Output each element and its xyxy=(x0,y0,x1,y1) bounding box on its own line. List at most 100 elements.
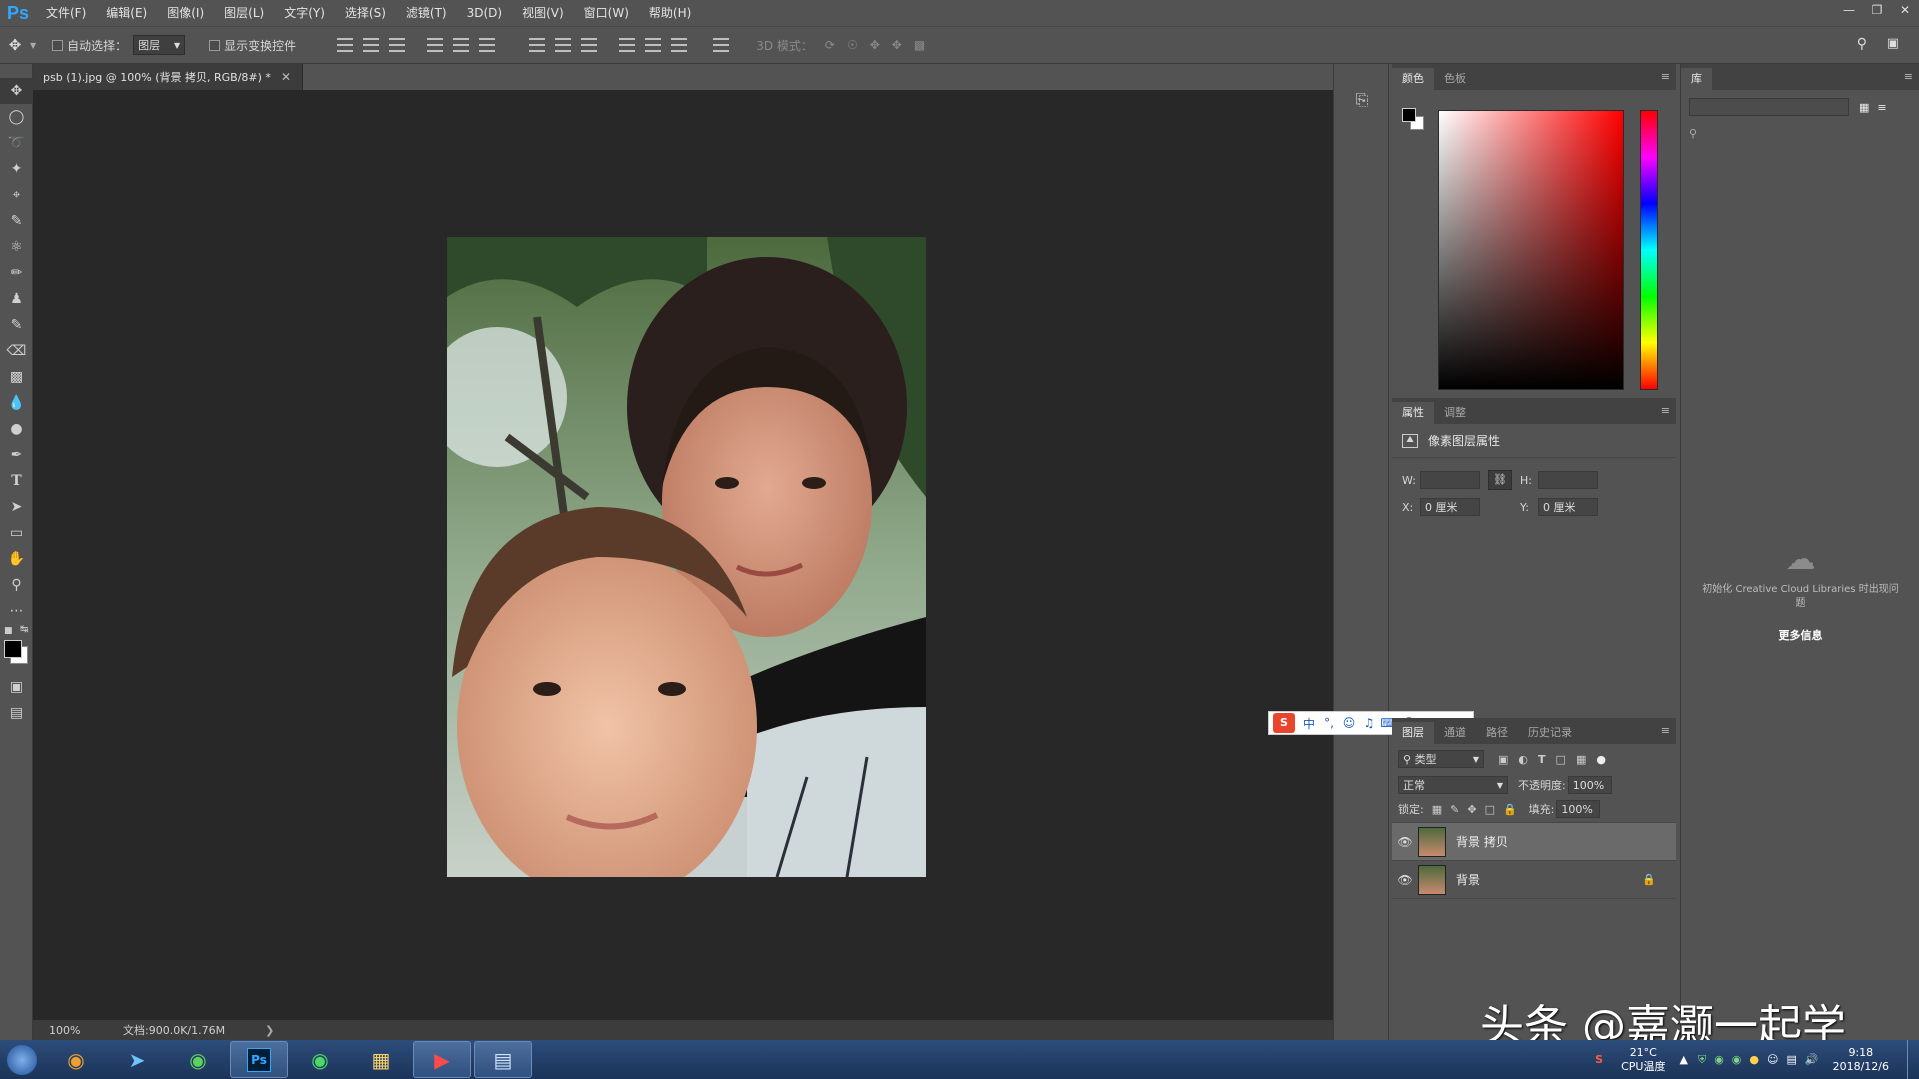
marquee-tool-icon[interactable]: ◯ xyxy=(0,104,33,130)
crop-tool-icon[interactable]: ⌖ xyxy=(0,182,33,208)
more-tools-icon[interactable]: ⋯ xyxy=(0,598,33,624)
eyedropper-icon[interactable]: ✎ xyxy=(0,208,33,234)
3d-slide-icon[interactable]: ✥ xyxy=(892,38,902,52)
move-tool-icon[interactable]: ✥ xyxy=(0,36,30,54)
tab-swatches[interactable]: 色板 xyxy=(1434,68,1476,90)
tab-libraries[interactable]: 库 xyxy=(1681,68,1712,90)
shape-tool-icon[interactable]: ▭ xyxy=(0,520,33,546)
distribute-top-icon[interactable] xyxy=(529,38,546,52)
auto-select-checkbox[interactable] xyxy=(52,39,64,51)
menu-window[interactable]: 窗口(W) xyxy=(574,0,639,26)
align-left-icon[interactable] xyxy=(427,38,444,52)
security-icon[interactable]: ⛨ xyxy=(1698,1053,1706,1067)
minimize-icon[interactable]: — xyxy=(1835,0,1863,20)
filter-smart-object-icon[interactable]: ▦ xyxy=(1576,753,1586,766)
filter-toggle-icon[interactable]: ● xyxy=(1596,753,1606,766)
taskbar-app-photoshop[interactable]: Ps xyxy=(230,1041,288,1078)
x-field[interactable]: 0 厘米 xyxy=(1420,498,1480,516)
panel-menu-icon[interactable]: ≡ xyxy=(1661,724,1670,737)
height-field[interactable] xyxy=(1538,471,1598,489)
show-transform-checkbox[interactable] xyxy=(209,39,221,51)
color-field[interactable] xyxy=(1438,110,1624,390)
taskbar-app-explorer[interactable]: ▦ xyxy=(352,1041,410,1078)
chevron-down-icon[interactable]: ▼ xyxy=(30,41,36,50)
healing-brush-icon[interactable]: ⚛ xyxy=(0,234,33,260)
taskbar-app-ie[interactable]: ◉ xyxy=(169,1041,227,1078)
menu-help[interactable]: 帮助(H) xyxy=(639,0,701,26)
library-search-input[interactable] xyxy=(1697,124,1898,142)
taskbar-app-player[interactable]: ▶ xyxy=(413,1041,471,1078)
menu-view[interactable]: 视图(V) xyxy=(512,0,574,26)
library-dropdown[interactable] xyxy=(1689,98,1849,116)
search-icon[interactable]: ⚲ xyxy=(1857,36,1867,52)
panel-menu-icon[interactable]: ≡ xyxy=(1661,70,1670,83)
document-tab[interactable]: psb (1).jpg @ 100% (背景 拷贝, RGB/8#) * ✕ xyxy=(33,64,303,90)
tab-adjustments[interactable]: 调整 xyxy=(1434,402,1476,424)
lock-transparent-icon[interactable]: ▦ xyxy=(1432,803,1442,816)
layer-name[interactable]: 背景 拷贝 xyxy=(1456,833,1676,850)
menu-type[interactable]: 文字(Y) xyxy=(274,0,335,26)
ime-emoji-icon[interactable]: ☺ xyxy=(1339,716,1359,730)
tab-layers[interactable]: 图层 xyxy=(1392,722,1434,744)
auto-align-icon[interactable] xyxy=(713,38,730,52)
menu-layer[interactable]: 图层(L) xyxy=(214,0,274,26)
dodge-tool-icon[interactable]: ● xyxy=(0,416,33,442)
360-icon[interactable]: ◉ xyxy=(1732,1053,1742,1066)
tray-expand-icon[interactable]: ▲ xyxy=(1679,1053,1687,1066)
history-panel-icon[interactable]: ⎘ xyxy=(1350,88,1374,112)
screen-mode-icon[interactable]: ▤ xyxy=(0,700,33,726)
more-info-link[interactable]: 更多信息 xyxy=(1681,627,1919,643)
3d-roll-icon[interactable]: ☉ xyxy=(847,38,858,52)
ime-chinese-mode-icon[interactable]: 中 xyxy=(1299,715,1319,732)
foreground-color-swatch[interactable] xyxy=(4,640,22,658)
clock-time[interactable]: 9:18 xyxy=(1833,1046,1889,1060)
align-bottom-icon[interactable] xyxy=(389,38,406,52)
wechat-tray-icon[interactable]: ◉ xyxy=(1714,1053,1724,1066)
zoom-tool-icon[interactable]: ⚲ xyxy=(0,572,33,598)
blur-tool-icon[interactable]: 💧 xyxy=(0,390,33,416)
hand-tool-icon[interactable]: ✋ xyxy=(0,546,33,572)
workspace-icon[interactable]: ▣ xyxy=(1887,36,1899,51)
volume-icon[interactable]: 🔊 xyxy=(1805,1053,1819,1066)
start-button[interactable] xyxy=(0,1041,44,1078)
user-icon[interactable]: ☺ xyxy=(1767,1053,1778,1066)
close-icon[interactable]: ✕ xyxy=(281,70,291,84)
lock-pixels-icon[interactable]: ✎ xyxy=(1450,803,1459,816)
stamp-tool-icon[interactable]: ♟ xyxy=(0,286,33,312)
type-tool-icon[interactable]: T xyxy=(0,468,33,494)
menu-select[interactable]: 选择(S) xyxy=(335,0,396,26)
tab-color[interactable]: 颜色 xyxy=(1392,68,1434,90)
hue-slider[interactable] xyxy=(1640,110,1658,390)
panel-menu-icon[interactable]: ≡ xyxy=(1661,404,1670,417)
filter-adjustment-icon[interactable]: ◐ xyxy=(1518,753,1528,766)
magic-wand-icon[interactable]: ✦ xyxy=(0,156,33,182)
lock-artboard-icon[interactable]: □ xyxy=(1485,803,1495,816)
distribute-right-icon[interactable] xyxy=(671,38,688,52)
menu-file[interactable]: 文件(F) xyxy=(36,0,96,26)
tab-properties[interactable]: 属性 xyxy=(1392,402,1434,424)
restore-icon[interactable]: ❐ xyxy=(1863,0,1891,20)
ime-punctuation-icon[interactable]: °, xyxy=(1319,716,1339,730)
filter-shape-icon[interactable]: □ xyxy=(1556,753,1566,766)
zoom-level[interactable]: 100% xyxy=(33,1024,113,1037)
layer-row[interactable]: 👁 背景 拷贝 xyxy=(1392,823,1676,861)
taskbar-app-wechat[interactable]: ◉ xyxy=(291,1041,349,1078)
eye-icon[interactable]: 👁 xyxy=(1392,873,1418,887)
sogou-tray-icon[interactable]: S xyxy=(1595,1053,1603,1066)
eye-icon[interactable]: 👁 xyxy=(1392,835,1418,849)
layer-name[interactable]: 背景 xyxy=(1456,871,1642,888)
swap-colors-icon[interactable]: ↹ xyxy=(20,624,28,635)
fill-field[interactable]: 100% xyxy=(1556,800,1601,818)
taskbar-app-browser[interactable]: ◉ xyxy=(47,1041,105,1078)
align-right-icon[interactable] xyxy=(479,38,496,52)
distribute-hcenter-icon[interactable] xyxy=(645,38,662,52)
distribute-bottom-icon[interactable] xyxy=(581,38,598,52)
filter-pixel-icon[interactable]: ▣ xyxy=(1498,753,1508,766)
auto-select-dropdown[interactable]: 图层 ▼ xyxy=(133,35,186,55)
taskbar-app-edge[interactable]: ➤ xyxy=(108,1041,166,1078)
qq-icon[interactable]: ● xyxy=(1749,1053,1759,1066)
menu-filter[interactable]: 滤镜(T) xyxy=(396,0,457,26)
filter-type-icon[interactable]: T xyxy=(1538,753,1546,766)
show-desktop-button[interactable] xyxy=(1907,1040,1919,1079)
3d-drag-icon[interactable]: ✥ xyxy=(870,38,880,52)
